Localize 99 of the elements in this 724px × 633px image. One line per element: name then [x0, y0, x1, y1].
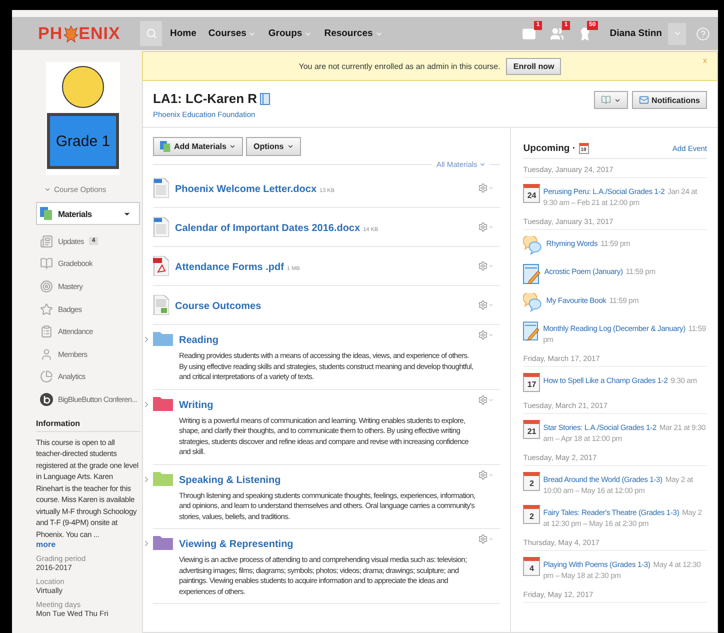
folder-icon: [153, 470, 173, 486]
settings-menu-button[interactable]: [478, 534, 494, 544]
nav-icon: [40, 234, 53, 248]
people-button[interactable]: [550, 26, 564, 40]
book-icon: [600, 95, 611, 105]
caret-icon: [488, 472, 494, 478]
banner-text: You are not currently enrolled as an admin in this course.: [298, 62, 500, 70]
speech-bubbles-icon: [523, 236, 544, 256]
nav-link[interactable]: Resources: [324, 28, 383, 39]
cartoon-head-drawing: [62, 66, 104, 108]
settings-icon: [478, 470, 488, 480]
settings-icon: [478, 183, 488, 193]
calendar-icon: 21: [523, 420, 540, 440]
nav-link[interactable]: Groups: [268, 28, 312, 39]
folder-link[interactable]: Writing: [179, 400, 214, 410]
caret-icon: [488, 396, 494, 402]
settings-menu-button[interactable]: [478, 330, 494, 340]
mail-icon: [638, 95, 649, 105]
material-link[interactable]: Calendar of Important Dates 2016.docx: [175, 223, 360, 234]
notifications-button[interactable]: Notifications: [632, 91, 707, 109]
caret-icon: [479, 161, 486, 168]
chevron-icon: [142, 335, 151, 344]
chevron-icon: [142, 400, 151, 408]
assignment-icon: [523, 321, 540, 342]
nav-icon: [40, 370, 53, 384]
settings-icon: [478, 534, 488, 544]
settings-icon: [478, 394, 488, 404]
speech-bubbles-icon: [523, 293, 544, 312]
settings-menu-button[interactable]: [478, 300, 494, 310]
chevron-icon: [142, 474, 151, 484]
expand-icon[interactable]: [142, 335, 151, 344]
caret-icon: [286, 143, 294, 150]
material-link[interactable]: Attendance Forms .pdf: [175, 262, 284, 273]
settings-icon: [478, 330, 488, 340]
page-icon: [153, 295, 169, 315]
pdf-file-icon: [153, 256, 169, 276]
folder-icon: [153, 330, 173, 346]
folder-link[interactable]: Reading: [179, 335, 218, 346]
calendar-icon: 24: [523, 184, 540, 204]
caret-icon: [488, 332, 494, 338]
settings-icon: [478, 300, 488, 310]
caret-icon: [488, 302, 494, 308]
folder-icon: [153, 534, 173, 550]
caret-icon: [229, 143, 236, 150]
settings-menu-button[interactable]: [478, 470, 494, 480]
view-menu-button[interactable]: [594, 91, 628, 109]
folder-icon: [153, 394, 173, 410]
expand-icon[interactable]: [142, 400, 151, 408]
expand-icon[interactable]: [142, 539, 151, 548]
nav-icon: [40, 257, 53, 270]
settings-menu-button[interactable]: [478, 261, 494, 271]
info-heading: Information: [36, 418, 140, 432]
user-name[interactable]: Diana Stinn: [610, 28, 662, 39]
assignment-icon: [523, 264, 542, 284]
settings-icon: [478, 222, 488, 232]
settings-menu-button[interactable]: [478, 222, 494, 232]
caret-icon: [488, 536, 494, 542]
settings-menu-button[interactable]: [478, 394, 494, 404]
nav-link[interactable]: Courses: [208, 28, 256, 39]
image-caption: Grade 1: [56, 132, 110, 150]
nav-icon: [40, 348, 53, 361]
add-materials-button[interactable]: Add Materials: [153, 137, 244, 156]
logo-icon: [40, 392, 53, 406]
settings-icon: [478, 261, 488, 271]
expand-icon[interactable]: [142, 474, 151, 484]
options-button[interactable]: Options: [246, 137, 301, 156]
nav-link[interactable]: Home: [170, 28, 196, 39]
caret-icon: [488, 263, 494, 269]
material-link[interactable]: Course Outcomes: [175, 301, 262, 312]
word-file-icon: [153, 217, 169, 237]
material-link[interactable]: Phoenix Welcome Letter.docx: [175, 184, 317, 195]
caret-icon: [672, 29, 682, 38]
folder-link[interactable]: Viewing & Representing: [179, 539, 294, 550]
course-title: LA1: LC-Karen R: [153, 91, 270, 106]
materials-icon: [40, 207, 53, 220]
mail-button[interactable]: [522, 26, 536, 40]
materials-icon: [160, 141, 171, 152]
chevron-icon: [142, 539, 151, 548]
caret-icon: [614, 96, 621, 104]
help-icon[interactable]: [696, 26, 710, 40]
search-icon: [146, 28, 156, 39]
calendar-icon: 2: [523, 472, 540, 492]
calendar-icon: 17: [523, 373, 540, 392]
caret-icon: [488, 185, 494, 191]
book-icon: [260, 92, 270, 104]
calendar-icon: 2: [523, 505, 540, 524]
nav-icon: [40, 325, 53, 338]
word-file-icon: [153, 178, 169, 198]
enroll-button[interactable]: Enroll now: [506, 58, 562, 74]
calendar-icon: 4: [523, 557, 540, 576]
caret-icon: [44, 186, 51, 193]
folder-link[interactable]: Speaking & Listening: [179, 474, 281, 486]
more-link[interactable]: more: [36, 540, 140, 550]
nav-icon: [40, 302, 53, 316]
search-button[interactable]: [140, 21, 162, 46]
settings-menu-button[interactable]: [478, 183, 494, 193]
caret-icon: [488, 224, 494, 230]
sidebar-item[interactable]: Materials: [36, 202, 140, 225]
nav-icon: [40, 280, 53, 293]
